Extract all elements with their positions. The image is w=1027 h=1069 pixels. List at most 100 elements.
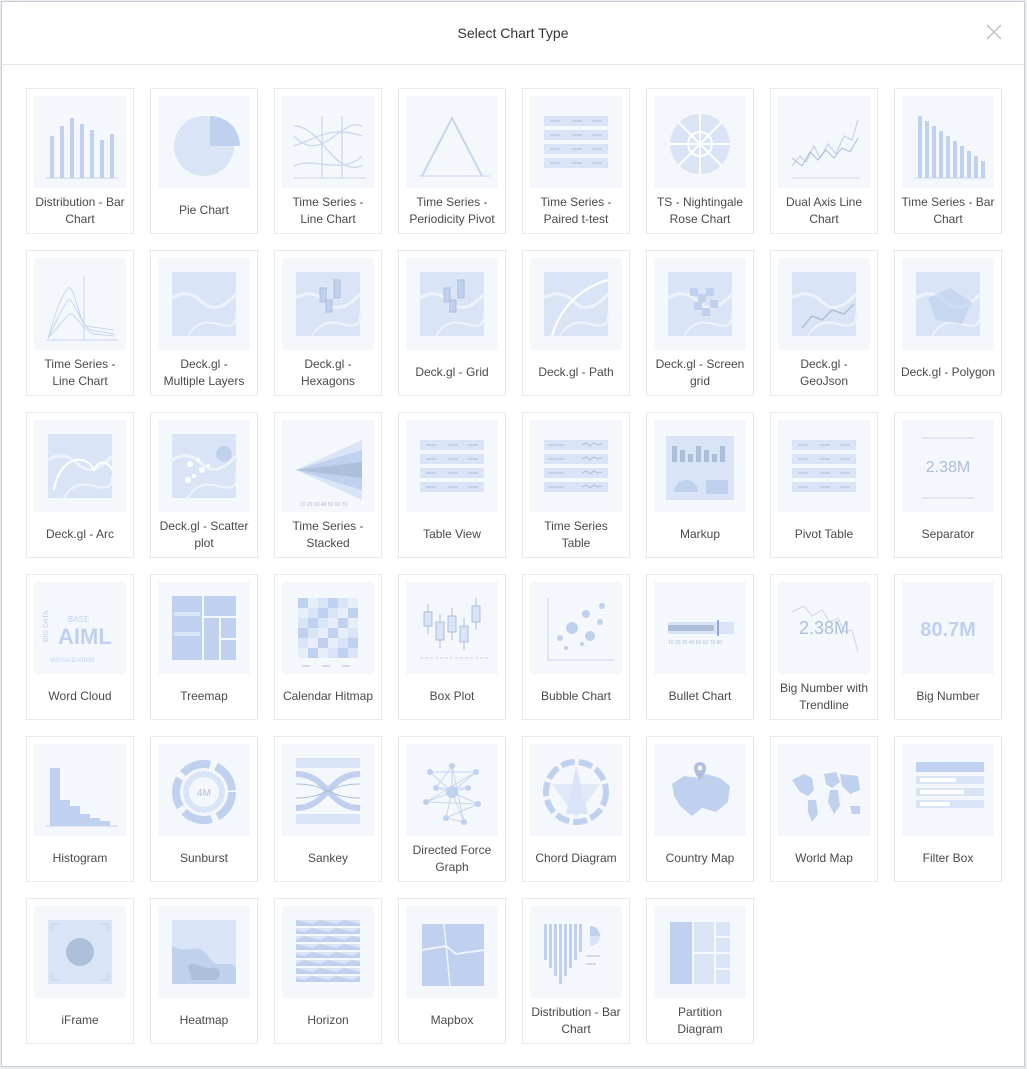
chart-type-label: Deck.gl - Grid xyxy=(415,365,489,379)
chart-type-tile[interactable]: 2.38M Big Number with Trendline xyxy=(770,574,878,720)
chart-type-label: Horizon xyxy=(307,1013,349,1027)
force-graph-icon xyxy=(406,744,498,836)
world-map-icon xyxy=(778,744,870,836)
boxplot-icon xyxy=(406,582,498,674)
chart-type-tile[interactable]: Deck.gl - Scatter plot xyxy=(150,412,258,558)
chart-type-tile[interactable]: Deck.gl - Multiple Layers xyxy=(150,250,258,396)
chart-type-tile[interactable]: Pie Chart xyxy=(150,88,258,234)
bubble-icon xyxy=(530,582,622,674)
chart-type-tile[interactable]: Deck.gl - GeoJson xyxy=(770,250,878,396)
chart-type-label: Big Number xyxy=(916,689,980,703)
chord-icon xyxy=(530,744,622,836)
chart-type-label: Deck.gl - Arc xyxy=(45,527,114,541)
desc-bars-icon xyxy=(902,96,994,188)
chart-type-tile[interactable]: Deck.gl - Polygon xyxy=(894,250,1002,396)
chart-type-tile[interactable]: 10 20 30 40 50 60 70 80 Bullet Chart xyxy=(646,574,754,720)
chart-type-tile[interactable]: iFrame xyxy=(26,898,134,1044)
chart-type-grid: Distribution - Bar Chart Pie Chart Time Se… xyxy=(26,88,1002,1044)
chart-type-tile[interactable]: Box Plot xyxy=(398,574,506,720)
chart-type-tile[interactable]: Partition Diagram xyxy=(646,898,754,1044)
chart-type-tile[interactable]: Treemap xyxy=(150,574,258,720)
dual-line-icon xyxy=(778,96,870,188)
pivot-icon xyxy=(778,420,870,512)
chart-type-tile[interactable]: Chord Diagram xyxy=(522,736,630,882)
chart-type-tile[interactable]: Time Series - Paired t-test xyxy=(522,88,630,234)
chart-type-tile[interactable]: Time Series - Line Chart xyxy=(274,88,382,234)
modal-header: Select Chart Type xyxy=(2,2,1024,65)
chart-type-label: Deck.gl - Path xyxy=(538,365,614,379)
chart-type-tile[interactable]: Deck.gl - Grid xyxy=(398,250,506,396)
svg-text:2.38M: 2.38M xyxy=(799,618,849,638)
chart-type-tile[interactable]: Sankey xyxy=(274,736,382,882)
chart-type-tile[interactable]: Distribution - Bar Chart xyxy=(522,898,630,1044)
svg-text:BIG DATA: BIG DATA xyxy=(43,610,50,642)
chart-type-tile[interactable]: Horizon xyxy=(274,898,382,1044)
chart-type-label: Deck.gl - Scatter plot xyxy=(159,518,249,550)
stacked-icon: 10 20 30 40 50 60 70 xyxy=(282,420,374,512)
chart-type-tile[interactable]: 4M Sunburst xyxy=(150,736,258,882)
chart-type-tile[interactable]: Histogram xyxy=(26,736,134,882)
chart-type-tile[interactable]: Calendar Hitmap xyxy=(274,574,382,720)
chart-type-label: Deck.gl - Polygon xyxy=(900,365,996,379)
chart-type-label: Chord Diagram xyxy=(535,851,617,865)
select-chart-type-modal: Select Chart Type Distribution - Bar Cha… xyxy=(1,1,1025,1067)
chart-type-tile[interactable]: 10 20 30 40 50 60 70 Time Series - Stacke… xyxy=(274,412,382,558)
chart-type-label: Country Map xyxy=(665,851,735,865)
chart-type-tile[interactable]: Time Series - Line Chart xyxy=(26,250,134,396)
svg-text:10 20 30 40 50 60 70 80: 10 20 30 40 50 60 70 80 xyxy=(668,640,722,646)
chart-type-tile[interactable]: Country Map xyxy=(646,736,754,882)
chart-type-tile[interactable]: Markup xyxy=(646,412,754,558)
chart-type-label: Deck.gl - GeoJson xyxy=(799,356,849,388)
map-scatter-icon xyxy=(158,420,250,512)
chart-type-tile[interactable]: Directed Force Graph xyxy=(398,736,506,882)
chart-type-tile[interactable]: Pivot Table xyxy=(770,412,878,558)
chart-type-tile[interactable]: Mapbox xyxy=(398,898,506,1044)
chart-type-label: Deck.gl - Screen grid xyxy=(655,356,745,388)
chart-type-label: TS - Nightingale Rose Chart xyxy=(656,194,744,226)
chart-type-label: Histogram xyxy=(52,851,108,865)
chart-type-tile[interactable]: World Map xyxy=(770,736,878,882)
svg-text:4M: 4M xyxy=(197,788,211,799)
chart-type-tile[interactable]: Deck.gl - Screen grid xyxy=(646,250,754,396)
chart-type-label: Deck.gl - Hexagons xyxy=(300,356,356,388)
svg-text:10 20 30 40 50 60 70: 10 20 30 40 50 60 70 xyxy=(300,502,347,508)
chart-type-tile[interactable]: Time Series Table xyxy=(522,412,630,558)
chart-type-tile[interactable]: Deck.gl - Arc xyxy=(26,412,134,558)
chart-type-tile[interactable]: Dual Axis Line Chart xyxy=(770,88,878,234)
chart-type-label: Markup xyxy=(679,527,720,541)
chart-type-label: Time Series Table xyxy=(544,518,608,550)
chart-type-tile[interactable]: Time Series - Bar Chart xyxy=(894,88,1002,234)
svg-text:AIML: AIML xyxy=(58,624,112,649)
peak-icon xyxy=(406,96,498,188)
lines-icon xyxy=(282,96,374,188)
chart-type-tile[interactable]: AIML VISUALIZATION BASE BIG DATA Word Cloud xyxy=(26,574,134,720)
chart-type-label: Separator xyxy=(921,527,975,541)
bignumber-icon: 80.7M xyxy=(902,582,994,674)
chart-type-tile[interactable]: Bubble Chart xyxy=(522,574,630,720)
chart-type-label: Filter Box xyxy=(922,851,974,865)
chart-type-label: Pivot Table xyxy=(794,527,854,541)
chart-type-label: Partition Diagram xyxy=(677,1004,723,1036)
partition-icon xyxy=(654,906,746,998)
chart-type-tile[interactable]: Distribution - Bar Chart xyxy=(26,88,134,234)
chart-type-label: Box Plot xyxy=(429,689,475,703)
close-icon[interactable] xyxy=(984,22,1004,42)
chart-type-tile[interactable]: Heatmap xyxy=(150,898,258,1044)
chart-type-label: Time Series - Stacked xyxy=(292,518,364,550)
svg-text:BASE: BASE xyxy=(68,615,89,624)
wordcloud-icon: AIML VISUALIZATION BASE BIG DATA xyxy=(34,582,126,674)
chart-type-tile[interactable]: 2.38M Separator xyxy=(894,412,1002,558)
chart-type-tile[interactable]: Filter Box xyxy=(894,736,1002,882)
ts-table-icon xyxy=(530,420,622,512)
chart-type-tile[interactable]: Table View xyxy=(398,412,506,558)
chart-type-tile[interactable]: Deck.gl - Path xyxy=(522,250,630,396)
rose-icon xyxy=(654,96,746,188)
pie-icon xyxy=(158,96,250,188)
chart-type-tile[interactable]: Time Series - Periodicity Pivot xyxy=(398,88,506,234)
chart-type-tile[interactable]: 80.7M Big Number xyxy=(894,574,1002,720)
map-geo-icon xyxy=(778,258,870,350)
chart-type-label: Time Series - Paired t-test xyxy=(540,194,612,226)
chart-type-tile[interactable]: Deck.gl - Hexagons xyxy=(274,250,382,396)
chart-type-label: iFrame xyxy=(61,1013,99,1027)
chart-type-tile[interactable]: TS - Nightingale Rose Chart xyxy=(646,88,754,234)
